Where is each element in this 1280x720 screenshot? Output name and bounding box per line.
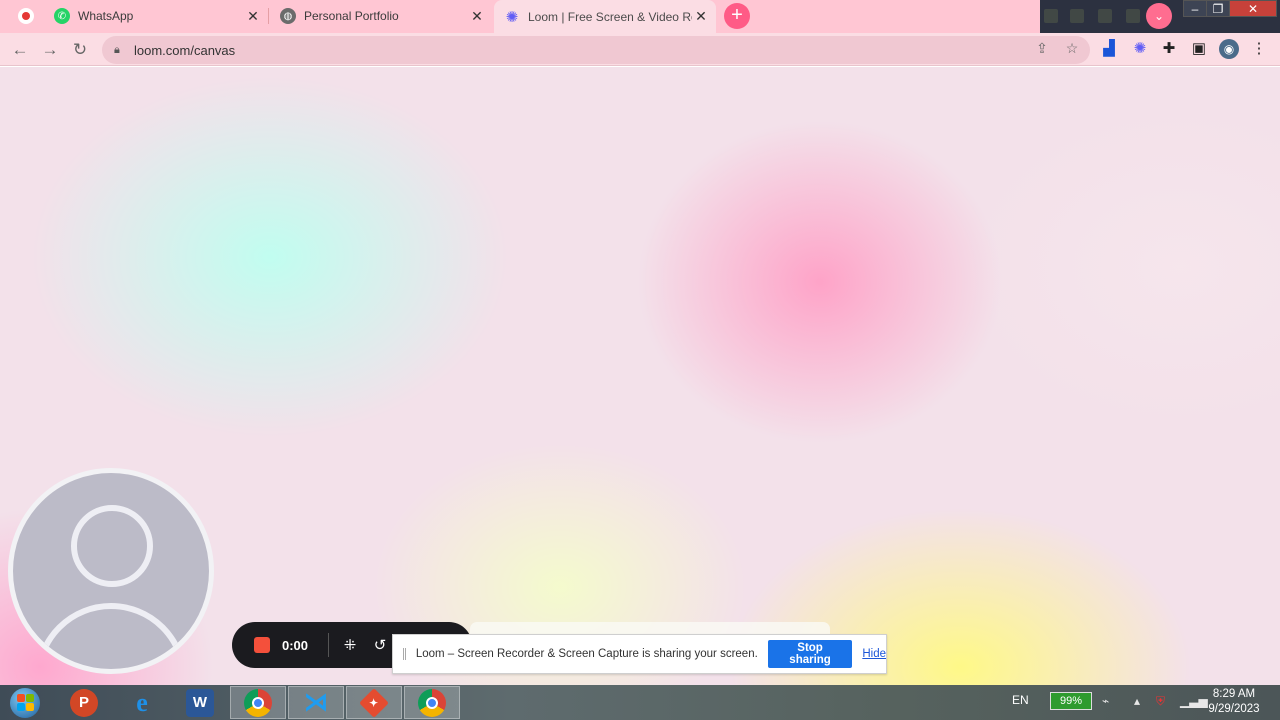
blurred-icon xyxy=(1098,9,1112,23)
url-input[interactable] xyxy=(134,42,994,58)
stop-recording-button[interactable] xyxy=(254,637,270,653)
tab-search-button[interactable]: ⌄ xyxy=(1146,3,1172,29)
close-icon[interactable]: ✕ xyxy=(692,8,710,25)
vscode-icon: ⋊ xyxy=(304,689,328,716)
power-plug-icon[interactable]: ⌁ xyxy=(1102,694,1109,708)
side-panel-icon[interactable]: ▣ xyxy=(1189,39,1209,59)
tab-title: WhatsApp xyxy=(78,9,134,23)
tab-title: Personal Portfolio xyxy=(304,9,399,23)
word-icon: W xyxy=(186,688,214,717)
new-tab-button[interactable]: + xyxy=(724,3,750,29)
puzzle-icon[interactable]: ✚ xyxy=(1159,39,1179,59)
recording-indicator-icon xyxy=(18,8,34,24)
sharing-message: Loom – Screen Recorder & Screen Capture … xyxy=(415,648,758,660)
taskbar-app-word[interactable]: W xyxy=(172,686,228,719)
reload-icon: ↻ xyxy=(72,40,88,59)
bookmark-star-icon[interactable]: ☆ xyxy=(1063,39,1081,57)
blurred-icon xyxy=(1126,9,1140,23)
recording-timer: 0:00 xyxy=(282,637,309,653)
chevron-down-icon: ⌄ xyxy=(1153,9,1165,23)
chrome-icon xyxy=(418,688,446,717)
internet-explorer-icon: e xyxy=(136,687,148,717)
taskbar-app-powerpoint[interactable]: P xyxy=(56,686,112,719)
tab-loom[interactable]: ✺ Loom | Free Screen & Video Rec ✕ xyxy=(494,0,716,33)
avatar-body xyxy=(35,603,187,669)
taskbar-app-internet-explorer[interactable]: e xyxy=(114,686,170,719)
battery-indicator[interactable]: 99% xyxy=(1050,692,1092,710)
close-icon[interactable]: ✕ xyxy=(468,8,486,25)
window-minimize-button[interactable]: – xyxy=(1183,0,1207,17)
show-hidden-icons-icon[interactable]: ▴ xyxy=(1134,694,1140,708)
forward-button[interactable]: → xyxy=(38,38,62,62)
whatsapp-icon: ✆ xyxy=(54,8,70,24)
windows-logo-icon xyxy=(10,687,40,718)
taskbar-app-chrome[interactable] xyxy=(230,686,286,719)
tab-strip: ✆ WhatsApp ✕ ◍ Personal Portfolio ✕ ✺ Lo… xyxy=(0,0,1280,33)
stop-sharing-button[interactable]: Stop sharing xyxy=(767,640,853,668)
avatar-head xyxy=(71,505,153,587)
window-close-button[interactable]: ✕ xyxy=(1229,0,1277,17)
lock-icon: 🔒︎ xyxy=(114,43,120,56)
chrome-icon xyxy=(244,688,272,717)
loom-icon: ✺ xyxy=(505,8,519,26)
screen-sharing-bar: Loom – Screen Recorder & Screen Capture … xyxy=(392,634,887,674)
blurred-icon xyxy=(1070,9,1084,23)
tab-personal-portfolio[interactable]: ◍ Personal Portfolio ✕ xyxy=(270,2,492,30)
extension-chart-icon[interactable]: ▟ xyxy=(1099,39,1119,59)
grid-icon[interactable]: ⁜ xyxy=(339,636,361,654)
clock-time: 8:29 AM xyxy=(1212,688,1256,700)
tab-title: Loom | Free Screen & Video Rec xyxy=(528,9,692,24)
security-icon[interactable]: ⛨ xyxy=(1156,694,1165,709)
tab-whatsapp[interactable]: ✆ WhatsApp ✕ xyxy=(44,2,268,30)
powerpoint-icon: P xyxy=(70,688,98,717)
taskbar: P e W ⋊ ✦ EN 99% ⌁ ▴ ⛨ ▁▃▅ 8:29 AM 9/29/… xyxy=(0,685,1280,720)
git-icon: ✦ xyxy=(359,687,389,718)
clock[interactable]: 8:29 AM 9/29/2023 xyxy=(1202,687,1266,717)
drag-handle-icon[interactable] xyxy=(403,648,406,660)
share-icon[interactable]: ⇪ xyxy=(1033,39,1051,57)
back-button[interactable]: ← xyxy=(8,38,32,62)
taskbar-app-chrome-2[interactable] xyxy=(404,686,460,719)
language-indicator[interactable]: EN xyxy=(1012,693,1029,707)
divider xyxy=(328,633,329,657)
globe-icon: ◍ xyxy=(280,8,296,24)
restart-icon[interactable]: ↺ xyxy=(369,636,391,654)
profile-avatar-icon[interactable]: ◉ xyxy=(1219,39,1239,59)
arrow-right-icon: → xyxy=(41,40,59,59)
browser-toolbar: ← → ↻ 🔒︎ ⇪ ☆ ▟ ✺ ✚ ▣ ◉ ⋮ xyxy=(0,33,1280,66)
window-restore-button[interactable]: ❐ xyxy=(1206,0,1230,17)
clock-date: 9/29/2023 xyxy=(1208,703,1260,715)
address-bar[interactable]: 🔒︎ xyxy=(102,36,1090,64)
taskbar-app-vscode[interactable]: ⋊ xyxy=(288,686,344,719)
hide-link[interactable]: Hide xyxy=(862,648,886,660)
taskbar-app-git[interactable]: ✦ xyxy=(346,686,402,719)
tab-separator xyxy=(268,8,269,24)
camera-bubble-avatar[interactable] xyxy=(8,468,214,674)
blurred-icon xyxy=(1044,9,1058,23)
start-button[interactable] xyxy=(6,686,44,719)
more-menu-icon[interactable]: ⋮ xyxy=(1249,39,1269,59)
close-icon[interactable]: ✕ xyxy=(244,8,262,25)
loom-extension-icon[interactable]: ✺ xyxy=(1130,39,1150,59)
arrow-left-icon: ← xyxy=(11,40,29,59)
reload-button[interactable]: ↻ xyxy=(68,38,92,62)
